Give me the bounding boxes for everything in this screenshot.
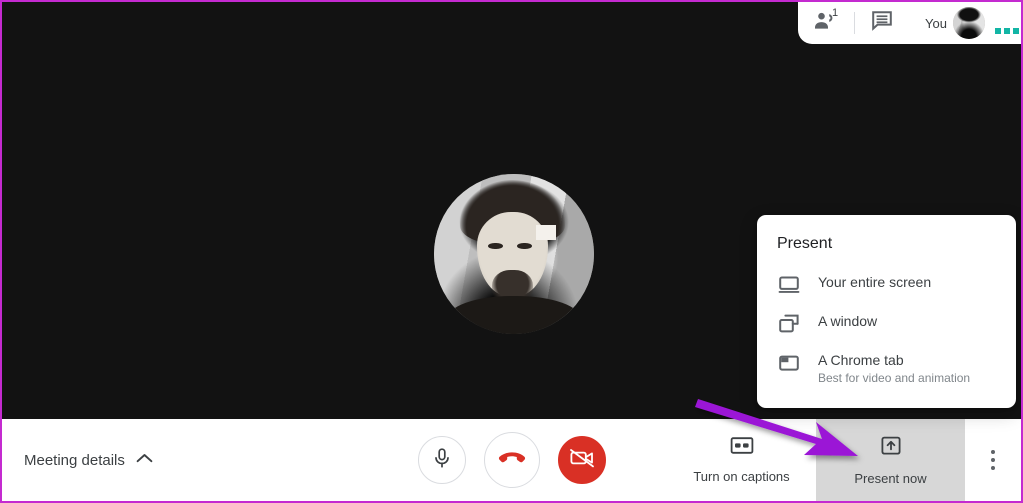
microphone-button[interactable] <box>417 436 466 484</box>
self-label: You <box>925 15 947 31</box>
present-option-label: A Chrome tab <box>818 352 904 368</box>
kebab-dot <box>991 466 995 470</box>
present-option-window[interactable]: A window <box>757 304 1016 343</box>
present-option-entire-screen[interactable]: Your entire screen <box>757 265 1016 304</box>
avatar-eye-left <box>488 242 503 250</box>
right-toolbar-controls: Turn on captions Present now <box>667 419 1021 501</box>
hang-up-button[interactable] <box>483 432 540 488</box>
browser-tab-icon <box>777 351 801 375</box>
present-menu-title: Present <box>777 235 833 252</box>
present-option-chrome-tab[interactable]: A Chrome tab Best for video and animatio… <box>757 343 1016 394</box>
chat-button[interactable] <box>855 2 911 44</box>
present-now-label: Present now <box>854 470 927 486</box>
status-dot <box>1013 28 1019 34</box>
mic-icon <box>432 447 452 474</box>
present-option-sublabel: Best for video and animation <box>818 371 971 385</box>
participants-count-badge: 1 <box>832 7 839 19</box>
bottom-toolbar: Meeting details Turn on captions Present… <box>2 419 1021 501</box>
call-end-icon <box>498 450 526 471</box>
present-option-label: Your entire screen <box>818 274 932 290</box>
kebab-dot <box>991 450 995 454</box>
participants-button[interactable]: 1 <box>798 2 854 44</box>
present-menu: Present Your entire screen A window A Ch… <box>757 215 1016 408</box>
meeting-details-button[interactable]: Meeting details <box>24 451 153 469</box>
camera-button[interactable] <box>557 436 606 484</box>
self-participant-chip[interactable]: You <box>911 2 985 44</box>
status-dots <box>995 28 1019 34</box>
monitor-icon <box>777 273 801 297</box>
video-off-icon <box>569 447 595 474</box>
top-right-panel: 1 You <box>798 2 1021 44</box>
more-vert-icon <box>991 450 995 470</box>
avatar-background-glint <box>536 225 556 240</box>
call-controls <box>417 432 606 488</box>
meeting-details-label: Meeting details <box>24 451 125 469</box>
closed-caption-icon <box>730 436 754 460</box>
status-dot <box>1004 28 1010 34</box>
windows-icon <box>777 312 801 336</box>
avatar-eye-right <box>517 242 532 250</box>
kebab-dot <box>991 458 995 462</box>
captions-label: Turn on captions <box>693 469 790 484</box>
present-now-button[interactable]: Present now <box>816 419 965 501</box>
turn-on-captions-button[interactable]: Turn on captions <box>667 419 816 501</box>
status-dot <box>995 28 1001 34</box>
chat-icon <box>872 10 894 36</box>
present-option-label: A window <box>818 313 878 329</box>
meet-window: 1 You Present Your entire screen A windo… <box>0 0 1023 503</box>
present-upload-icon <box>879 435 903 462</box>
participant-avatar <box>434 174 594 334</box>
chevron-up-icon <box>136 451 153 469</box>
avatar-image <box>952 7 985 39</box>
more-options-button[interactable] <box>965 419 1021 501</box>
avatar <box>952 7 985 39</box>
